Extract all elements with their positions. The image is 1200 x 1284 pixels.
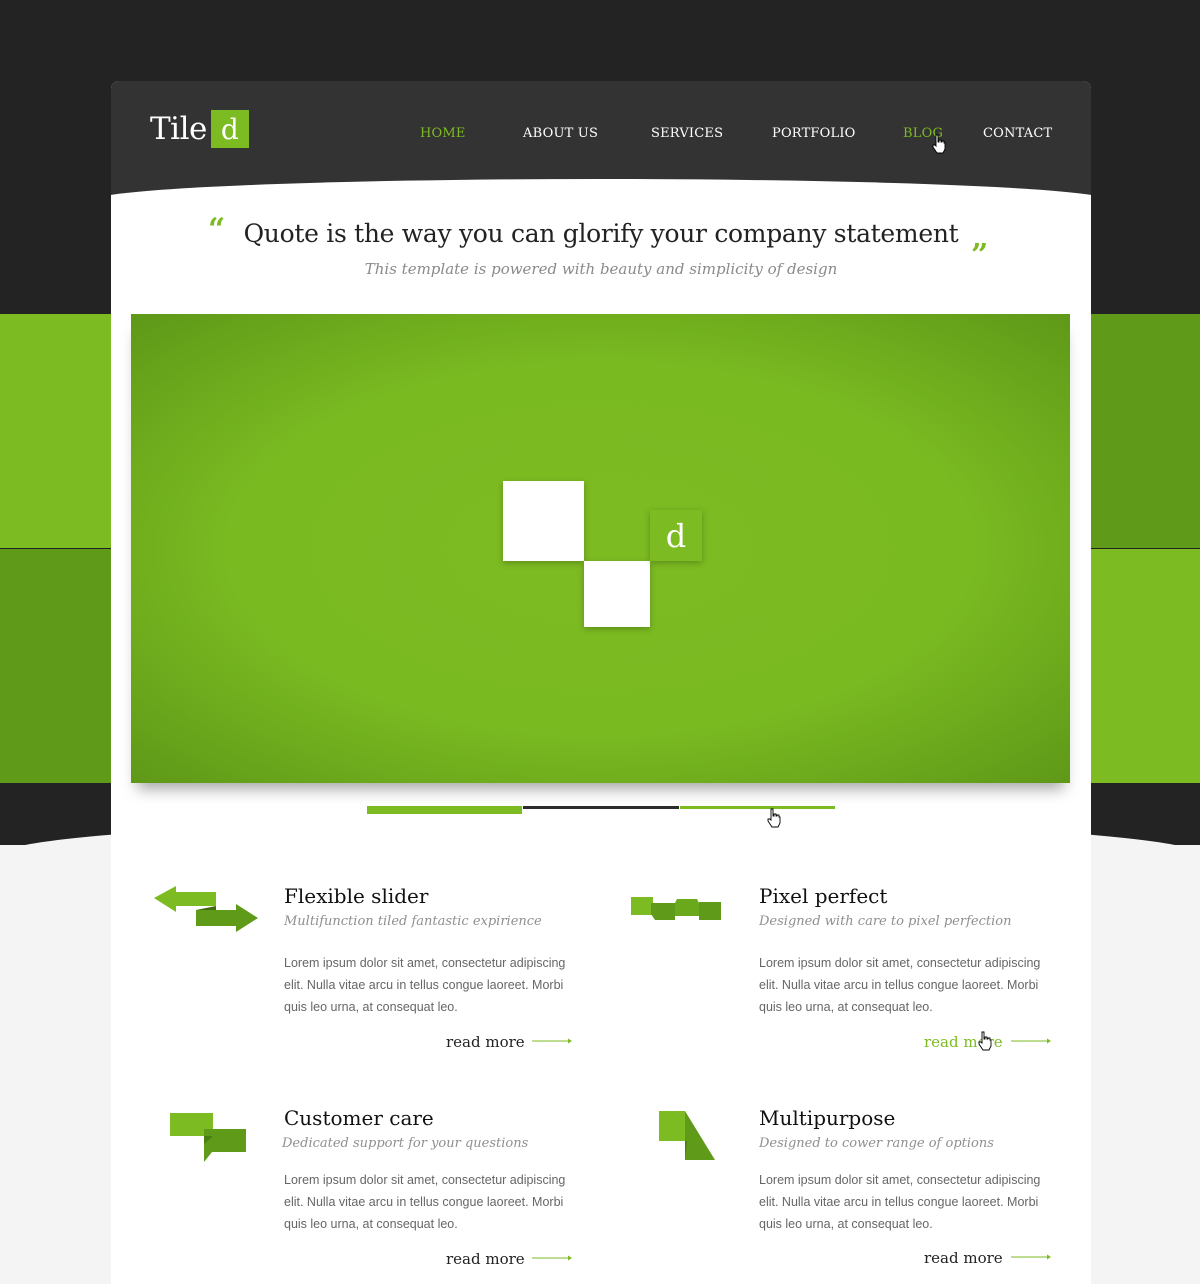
feature-multipurpose: Multipurpose Designed to cower range of …: [629, 1106, 1069, 1284]
feature-body: Lorem ipsum dolor sit amet, consectetur …: [759, 1173, 1041, 1231]
hero-slider[interactable]: d: [131, 314, 1070, 783]
arrow-right-icon: [532, 1038, 572, 1044]
slide-tile-white: [584, 561, 650, 627]
side-tile: [0, 314, 111, 548]
pager-dot-1[interactable]: [367, 806, 522, 814]
arrow-right-icon: [1011, 1038, 1051, 1044]
main-nav: HOME ABOUT US SERVICES PORTFOLIO BLOG CO…: [111, 126, 1091, 146]
nav-about-us[interactable]: ABOUT US: [523, 126, 598, 141]
main-panel: Tile d HOME ABOUT US SERVICES PORTFOLIO …: [111, 81, 1091, 1284]
ribbon-icon: [631, 897, 721, 920]
feature-flexible-slider: Flexible slider Multifunction tiled fant…: [154, 884, 594, 1084]
feature-subtitle: Dedicated support for your questions: [282, 1136, 529, 1151]
pager-dot-3[interactable]: [680, 806, 835, 809]
arrow-right-icon: [532, 1255, 572, 1261]
nav-portfolio[interactable]: PORTFOLIO: [772, 126, 856, 141]
feature-subtitle: Designed to cower range of options: [759, 1136, 994, 1151]
read-more-link[interactable]: read more: [446, 1250, 525, 1268]
arrows-icon: [154, 886, 258, 932]
feature-title: Pixel perfect: [759, 884, 888, 908]
nav-home[interactable]: HOME: [420, 126, 466, 141]
side-tile: [1091, 549, 1200, 783]
feature-title: Customer care: [284, 1106, 434, 1130]
side-tile: [0, 549, 111, 783]
nav-blog[interactable]: BLOG: [903, 126, 943, 141]
feature-body: Lorem ipsum dolor sit amet, consectetur …: [284, 956, 566, 1014]
feature-body: Lorem ipsum dolor sit amet, consectetur …: [759, 956, 1041, 1014]
feature-subtitle: Multifunction tiled fantastic expirience: [284, 914, 542, 929]
side-tile: [1091, 314, 1200, 548]
arrow-right-icon: [1011, 1254, 1051, 1260]
folded-tile-icon: [659, 1111, 715, 1160]
slide-tile-white: [503, 481, 584, 561]
feature-body: Lorem ipsum dolor sit amet, consectetur …: [284, 1173, 566, 1231]
close-quote-icon: ”: [971, 238, 989, 273]
quote-title: Quote is the way you can glorify your co…: [243, 219, 959, 248]
feature-title: Multipurpose: [759, 1106, 896, 1130]
nav-services[interactable]: SERVICES: [651, 126, 723, 141]
slider-pager: [367, 806, 835, 816]
speech-bubbles-icon: [170, 1113, 246, 1162]
feature-title: Flexible slider: [284, 884, 429, 908]
quote-block: “ Quote is the way you can glorify your …: [111, 215, 1091, 289]
nav-contact[interactable]: CONTACT: [983, 126, 1052, 141]
pager-dot-2[interactable]: [523, 806, 679, 809]
read-more-link[interactable]: read more: [924, 1249, 1003, 1267]
slide-tile-letter: d: [650, 510, 702, 561]
read-more-link[interactable]: read more: [924, 1033, 1003, 1051]
read-more-link[interactable]: read more: [446, 1033, 525, 1051]
quote-subtitle: This template is powered with beauty and…: [364, 260, 838, 278]
feature-pixel-perfect: Pixel perfect Designed with care to pixe…: [629, 884, 1069, 1084]
feature-subtitle: Designed with care to pixel perfection: [759, 914, 1012, 929]
feature-customer-care: Customer care Dedicated support for your…: [154, 1106, 594, 1284]
